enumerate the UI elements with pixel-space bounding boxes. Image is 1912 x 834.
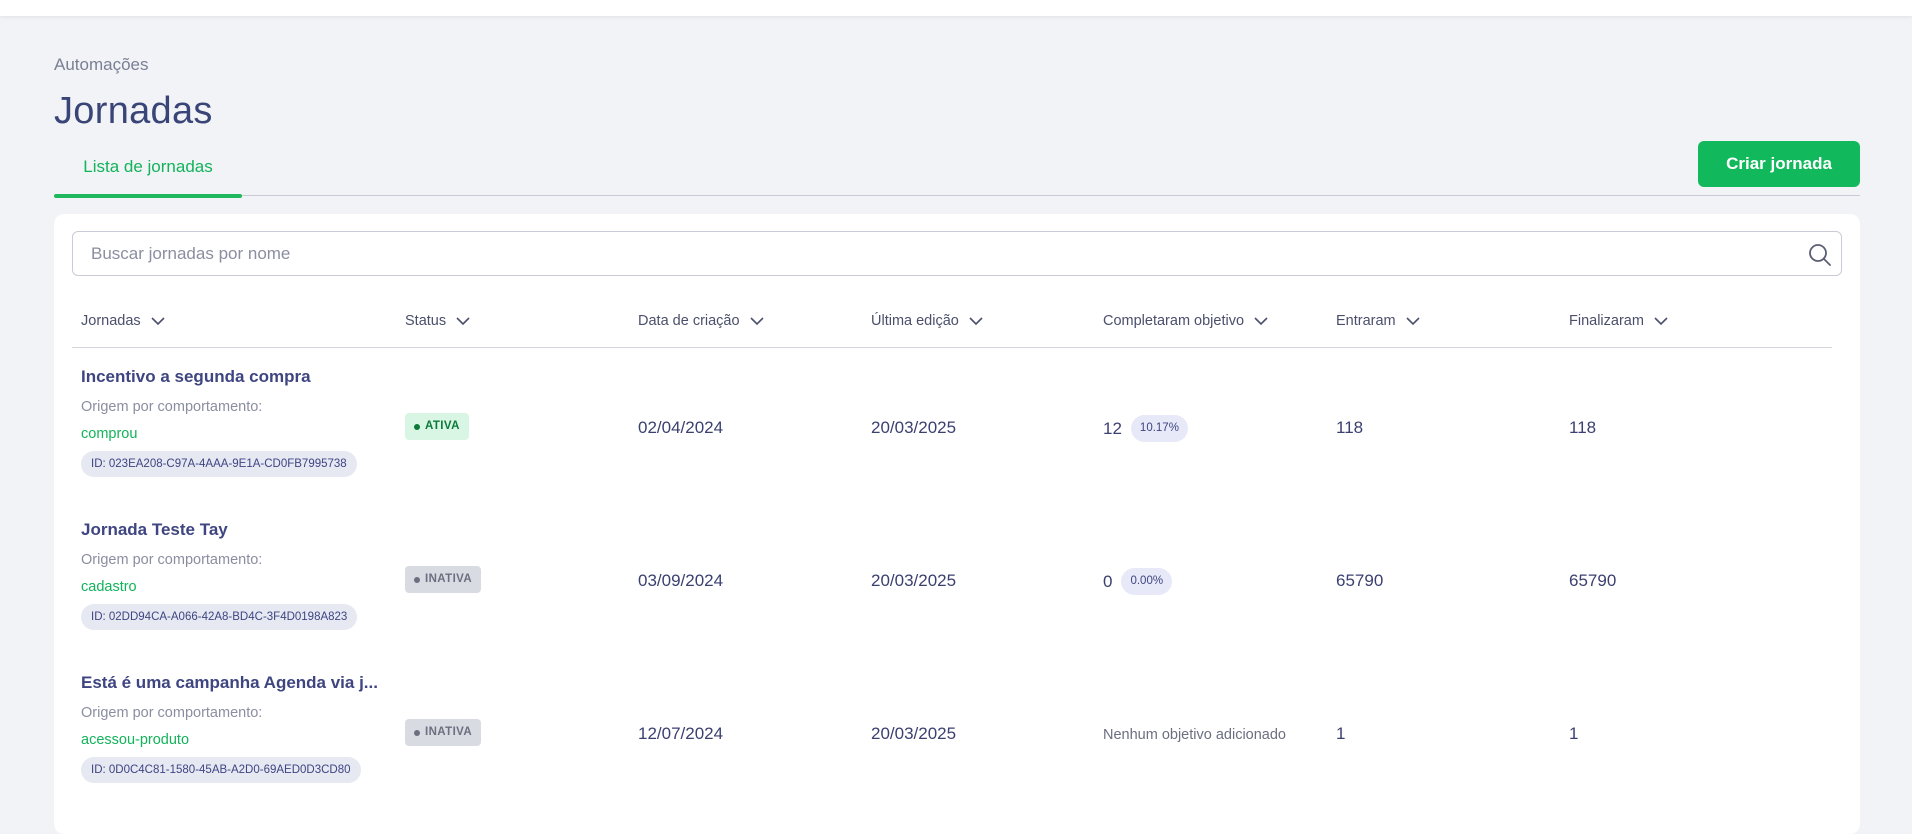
- column-header-label: Data de criação: [638, 313, 740, 329]
- journey-origin-label: Origem por comportamento:: [81, 552, 263, 568]
- last-edit-date: 20/03/2025: [871, 724, 957, 743]
- created-date: 02/04/2024: [638, 418, 724, 437]
- status-dot-icon: [414, 423, 420, 430]
- finished-count: 118: [1569, 418, 1597, 437]
- breadcrumb[interactable]: Automações: [54, 55, 149, 75]
- tab-journey-list-label: Lista de jornadas: [83, 157, 213, 176]
- column-header-journeys[interactable]: Jornadas: [81, 313, 165, 329]
- created-date: 03/09/2024: [638, 571, 724, 590]
- column-header-completed-goal[interactable]: Completaram objetivo: [1103, 313, 1268, 329]
- tab-active-indicator: [54, 194, 242, 198]
- top-bar: [0, 0, 1912, 16]
- column-header-label: Finalizaram: [1569, 313, 1644, 329]
- column-header-created[interactable]: Data de criação: [638, 313, 764, 329]
- completed-goal-count: 0: [1103, 571, 1113, 591]
- status-dot-icon: [414, 576, 420, 583]
- column-header-finished[interactable]: Finalizaram: [1569, 313, 1668, 329]
- column-header-label: Completaram objetivo: [1103, 313, 1245, 329]
- create-journey-button[interactable]: Criar jornada: [1698, 141, 1860, 187]
- last-edit-date: 20/03/2025: [871, 418, 957, 437]
- completed-goal-percent: 0.00%: [1121, 568, 1173, 595]
- tab-bar: Lista de jornadas: [54, 140, 1860, 198]
- completed-goal-percent: 10.17%: [1130, 415, 1188, 442]
- status-dot-icon: [414, 729, 420, 736]
- status-badge-label: ATIVA: [425, 420, 460, 432]
- last-edit-date: 20/03/2025: [871, 571, 957, 590]
- completed-goal-cell: 0 0.00%: [1103, 568, 1173, 595]
- chevron-down-icon: [969, 316, 983, 325]
- chevron-down-icon: [749, 316, 764, 325]
- column-header-status[interactable]: Status: [405, 313, 470, 329]
- search-icon[interactable]: [1807, 242, 1833, 268]
- column-header-label: Última edição: [871, 313, 959, 329]
- status-badge-label: INATIVA: [425, 726, 473, 738]
- finished-count: 65790: [1569, 571, 1617, 590]
- column-header-entered[interactable]: Entraram: [1336, 313, 1420, 329]
- page-title: Jornadas: [54, 90, 213, 132]
- completed-goal-cell: 12 10.17%: [1103, 415, 1188, 442]
- column-header-label: Entraram: [1336, 313, 1396, 329]
- journey-trigger-event: acessou-produto: [81, 732, 190, 748]
- table-header: Jornadas Status Data de criação Última e…: [72, 294, 1832, 348]
- journey-trigger-event: cadastro: [81, 579, 137, 595]
- journey-origin-label: Origem por comportamento:: [81, 399, 263, 415]
- chevron-down-icon: [1254, 316, 1268, 325]
- journey-name-link[interactable]: Jornada Teste Tay: [81, 520, 391, 540]
- status-badge-label: INATIVA: [425, 573, 473, 585]
- chevron-down-icon: [456, 316, 470, 325]
- status-badge: ATIVA: [405, 413, 469, 440]
- journey-id-pill: ID: 023EA208-C97A-4AAA-9E1A-CD0FB7995738: [81, 451, 357, 477]
- table-row: Jornada Teste Tay Origem por comportamen…: [72, 503, 1832, 656]
- created-date: 12/07/2024: [638, 724, 724, 743]
- status-badge: INATIVA: [405, 719, 482, 746]
- journey-origin-label: Origem por comportamento:: [81, 705, 263, 721]
- journeys-table-card: Jornadas Status Data de criação Última e…: [54, 214, 1860, 834]
- column-header-label: Status: [405, 313, 447, 329]
- entered-count: 118: [1336, 418, 1364, 437]
- journey-name-link[interactable]: Incentivo a segunda compra: [81, 367, 391, 387]
- no-goal-text: Nenhum objetivo adicionado: [1103, 727, 1286, 743]
- table-row: Está é uma campanha Agenda via j... Orig…: [72, 656, 1832, 809]
- search-input[interactable]: [73, 232, 1793, 275]
- search-box: [72, 231, 1842, 276]
- table-row: Incentivo a segunda compra Origem por co…: [72, 350, 1832, 503]
- journey-name-link[interactable]: Está é uma campanha Agenda via j...: [81, 673, 391, 693]
- column-header-last-edit[interactable]: Última edição: [871, 313, 983, 329]
- chevron-down-icon: [1654, 316, 1668, 325]
- finished-count: 1: [1569, 724, 1579, 743]
- chevron-down-icon: [1406, 316, 1420, 325]
- entered-count: 65790: [1336, 571, 1384, 590]
- journey-id-pill: ID: 02DD94CA-A066-42A8-BD4C-3F4D0198A823: [81, 604, 358, 630]
- journey-trigger-event: comprou: [81, 426, 138, 442]
- column-header-label: Jornadas: [81, 313, 141, 329]
- tab-journey-list[interactable]: Lista de jornadas: [54, 140, 242, 198]
- completed-goal-count: 12: [1103, 418, 1122, 438]
- status-badge: INATIVA: [405, 566, 482, 593]
- entered-count: 1: [1336, 724, 1346, 743]
- journey-id-pill: ID: 0D0C4C81-1580-45AB-A2D0-69AED0D3CD80: [81, 757, 361, 783]
- chevron-down-icon: [151, 316, 165, 325]
